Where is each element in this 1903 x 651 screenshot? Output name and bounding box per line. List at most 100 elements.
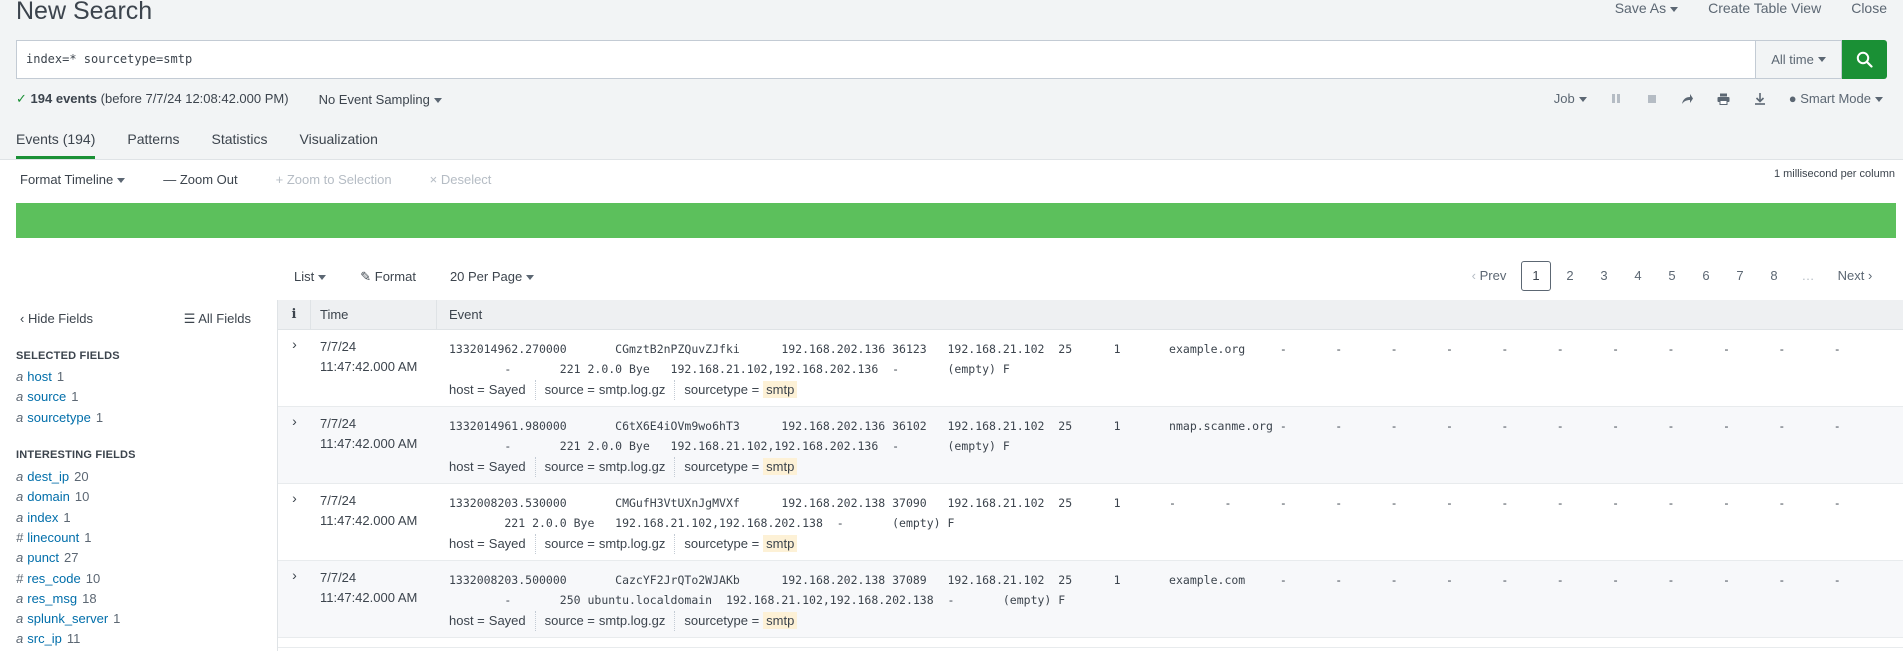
page-4[interactable]: 4 — [1621, 262, 1655, 290]
page-2[interactable]: 2 — [1553, 262, 1587, 290]
stop-icon[interactable] — [1645, 92, 1659, 106]
meta-sourcetype[interactable]: sourcetype = smtp — [684, 457, 806, 477]
tab-statistics[interactable]: Statistics — [212, 124, 268, 159]
page-6[interactable]: 6 — [1689, 262, 1723, 290]
meta-sourcetype[interactable]: sourcetype = smtp — [684, 534, 806, 554]
table-header: i Time Event — [278, 300, 1903, 330]
event-clock: 11:47:42.000 AM — [320, 513, 418, 528]
expand-row-icon[interactable]: › — [278, 561, 311, 637]
meta-host[interactable]: host = Sayed — [449, 457, 536, 477]
hide-fields-button[interactable]: ‹ Hide Fields — [20, 311, 93, 327]
field-name: splunk_server — [27, 611, 109, 627]
event-time[interactable]: 7/7/24 11:47:42.000 AM — [311, 407, 437, 483]
event-date: 7/7/24 — [320, 416, 357, 431]
per-page-menu[interactable]: 20 Per Page — [450, 269, 535, 285]
event-count: ✓ 194 events (before 7/7/24 12:08:42.000… — [16, 91, 289, 107]
list-icon: ☰ — [183, 311, 196, 326]
event-raw-line-2: 221 2.0.0 Bye 192.168.21.102,192.168.202… — [449, 516, 955, 530]
event-count-bold: 194 events — [30, 91, 98, 106]
share-icon[interactable] — [1681, 92, 1695, 106]
list-menu[interactable]: List — [294, 269, 327, 285]
field-type-icon: a — [16, 631, 24, 647]
zoom-out-button[interactable]: — Zoom Out — [163, 172, 237, 187]
field-type-icon: a — [16, 389, 24, 405]
close-button[interactable]: Close — [1851, 0, 1887, 16]
field-res-code[interactable]: # res_code 10 — [16, 571, 100, 587]
format-button[interactable]: ✎ Format — [360, 269, 416, 285]
event-clock: 11:47:42.000 AM — [320, 436, 418, 451]
timeline-histogram-bar[interactable] — [16, 203, 1896, 238]
search-mode-menu[interactable]: ● Smart Mode — [1789, 91, 1883, 106]
event-time[interactable]: 7/7/24 11:47:42.000 AM — [311, 484, 437, 560]
field-host[interactable]: a host 1 — [16, 369, 64, 385]
meta-source-value: smtp.log.gz — [598, 536, 666, 551]
save-as-menu[interactable]: Save As — [1615, 0, 1679, 16]
zoom-to-selection-button[interactable]: + Zoom to Selection — [276, 172, 392, 187]
field-domain[interactable]: a domain 10 — [16, 489, 89, 505]
field-punct[interactable]: a punct 27 — [16, 550, 79, 566]
field-linecount[interactable]: # linecount 1 — [16, 530, 92, 546]
meta-host[interactable]: host = Sayed — [449, 611, 536, 631]
time-column-header[interactable]: Time — [311, 300, 437, 329]
top-actions: Save As Create Table View Close — [1615, 0, 1887, 16]
download-icon[interactable] — [1753, 92, 1767, 106]
format-timeline-menu[interactable]: Format Timeline — [20, 172, 126, 187]
field-name: src_ip — [27, 631, 62, 647]
format-timeline-label: Format Timeline — [20, 172, 114, 187]
field-type-icon: a — [16, 611, 24, 627]
job-menu[interactable]: Job — [1554, 91, 1587, 106]
tab-visualization[interactable]: Visualization — [300, 124, 378, 159]
event-sampling-menu[interactable]: No Event Sampling — [319, 92, 442, 107]
meta-sourcetype[interactable]: sourcetype = smtp — [684, 380, 806, 400]
create-table-view-button[interactable]: Create Table View — [1708, 0, 1821, 16]
field-splunk-server[interactable]: a splunk_server 1 — [16, 611, 120, 627]
page-3[interactable]: 3 — [1587, 262, 1621, 290]
field-source[interactable]: a source 1 — [16, 389, 79, 405]
meta-source[interactable]: source = smtp.log.gz — [545, 380, 676, 400]
field-name: index — [27, 509, 59, 525]
meta-host[interactable]: host = Sayed — [449, 534, 536, 554]
next-page-button[interactable]: Next › — [1825, 262, 1885, 290]
tab-events[interactable]: Events (194) — [16, 124, 96, 159]
meta-source-value: smtp.log.gz — [598, 382, 666, 397]
field-type-icon: a — [16, 509, 24, 525]
field-sourcetype[interactable]: a sourcetype 1 — [16, 410, 103, 426]
expand-row-icon[interactable]: › — [278, 330, 311, 406]
event-time[interactable]: 7/7/24 11:47:42.000 AM — [311, 330, 437, 406]
search-button[interactable] — [1842, 40, 1887, 79]
event-time[interactable]: 7/7/24 11:47:42.000 AM — [311, 561, 437, 637]
expand-row-icon[interactable]: › — [278, 407, 311, 483]
pause-icon[interactable] — [1609, 92, 1623, 106]
search-input[interactable]: index=* sourcetype=smtp — [16, 40, 1755, 79]
field-dest-ip[interactable]: a dest_ip 20 — [16, 469, 89, 485]
field-src-ip[interactable]: a src_ip 11 — [16, 631, 80, 647]
meta-source[interactable]: source = smtp.log.gz — [545, 611, 676, 631]
meta-host-value: Sayed — [488, 459, 526, 474]
all-fields-button[interactable]: ☰ All Fields — [184, 311, 251, 327]
page-7[interactable]: 7 — [1723, 262, 1757, 290]
prev-page-button[interactable]: ‹ Prev — [1459, 262, 1519, 290]
meta-sourcetype[interactable]: sourcetype = smtp — [684, 611, 806, 631]
field-name: host — [27, 369, 52, 384]
time-range-picker[interactable]: All time — [1755, 40, 1842, 79]
print-icon[interactable] — [1717, 92, 1731, 106]
page-1[interactable]: 1 — [1521, 261, 1551, 291]
field-res-msg[interactable]: a res_msg 18 — [16, 591, 97, 607]
event-metadata: host = Sayed source = smtp.log.gz sourcetype… — [449, 534, 1903, 554]
meta-host-value: Sayed — [488, 613, 526, 628]
meta-source[interactable]: source = smtp.log.gz — [545, 457, 676, 477]
expand-row-icon[interactable]: › — [278, 484, 311, 560]
list-label: List — [294, 269, 315, 284]
page-8[interactable]: 8 — [1757, 262, 1791, 290]
event-date: 7/7/24 — [320, 493, 357, 508]
check-icon: ✓ — [16, 91, 27, 106]
deselect-button[interactable]: × Deselect — [430, 172, 492, 187]
meta-source[interactable]: source = smtp.log.gz — [545, 534, 676, 554]
field-type-icon: # — [16, 529, 24, 545]
tab-patterns[interactable]: Patterns — [127, 124, 179, 159]
meta-host-value: Sayed — [488, 382, 526, 397]
meta-host-label: host = — [449, 459, 485, 474]
field-index[interactable]: a index 1 — [16, 510, 71, 526]
page-5[interactable]: 5 — [1655, 262, 1689, 290]
meta-host[interactable]: host = Sayed — [449, 380, 536, 400]
